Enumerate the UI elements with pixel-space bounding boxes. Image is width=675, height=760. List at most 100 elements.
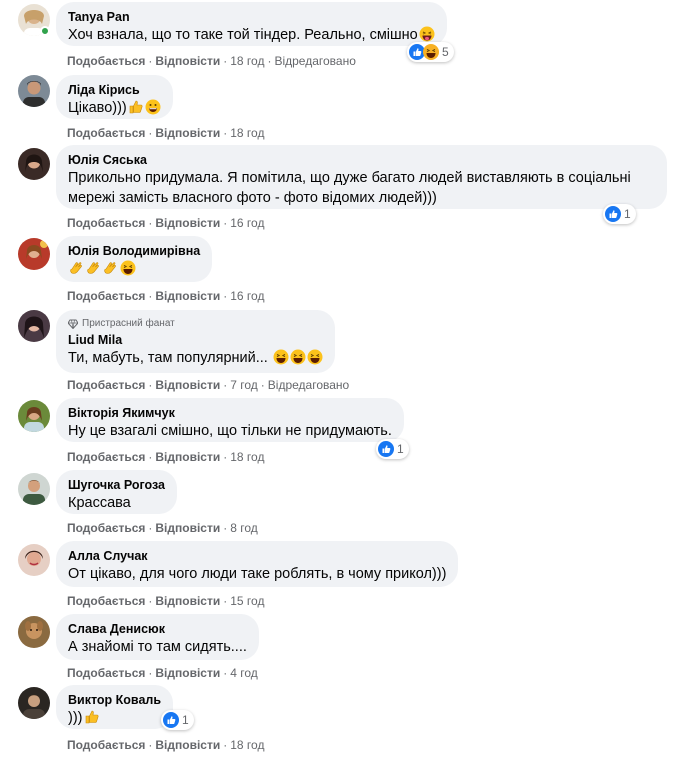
avatar[interactable] [18,148,50,180]
author-name[interactable]: Слава Денисюк [68,621,247,637]
edited-label[interactable]: Відредаговано [274,54,355,68]
comment-bubble: Вікторія Якимчук Ну це взагалі смішно, щ… [56,398,404,442]
timestamp[interactable]: 4 год [230,666,258,680]
comment-text [68,259,200,279]
comment-bubble: Tanya Pan Хоч взнала, що то такe той тін… [56,2,447,46]
reply-button[interactable]: Відповісти [155,738,220,752]
like-button[interactable]: Подобається [67,666,145,680]
avatar[interactable] [18,310,50,342]
timestamp[interactable]: 8 год [230,521,258,535]
reply-button[interactable]: Відповісти [155,521,220,535]
clapping-hands-emoji-icon [86,260,102,276]
timestamp[interactable]: 18 год [230,450,264,464]
author-name[interactable]: Tanya Pan [68,9,435,25]
author-name[interactable]: Вікторія Якимчук [68,405,392,421]
avatar[interactable] [18,75,50,107]
comment-text: Цікаво))) [68,98,161,118]
comment-actions: Подобається · Відповісти · 4 год [67,666,258,680]
like-reaction-icon [163,712,179,728]
comment-bubble: Пристрасний фанат Liud Mila Ти, мабуть, … [56,310,335,373]
laughing-emoji-icon [273,349,289,365]
avatar[interactable] [18,544,50,576]
author-name[interactable]: Шугочка Рогоза [68,477,165,493]
comment-actions: Подобається · Відповісти · 18 год [67,738,265,752]
comment-actions: Подобається · Відповісти · 16 год [67,289,265,303]
like-button[interactable]: Подобається [67,738,145,752]
diamond-icon [68,319,78,329]
avatar[interactable] [18,400,50,432]
author-name[interactable]: Юлія Володимирівна [68,243,200,259]
author-name[interactable]: Liud Mila [68,332,323,348]
laughing-emoji-icon [307,349,323,365]
clapping-hands-emoji-icon [103,260,119,276]
comment-actions: Подобається · Відповісти · 16 год [67,216,265,230]
like-reaction-icon [378,441,394,457]
thumbs-up-emoji-icon [128,99,144,115]
timestamp[interactable]: 16 год [230,216,264,230]
timestamp[interactable]: 16 год [230,289,264,303]
grinning-emoji-icon [145,99,161,115]
author-name[interactable]: Виктор Коваль [68,692,161,708]
reply-button[interactable]: Відповісти [155,450,220,464]
online-indicator [40,26,50,36]
comment-text: А знайомі то там сидять.... [68,639,247,655]
reactions-summary[interactable]: 1 [376,439,409,459]
reactions-summary[interactable]: 1 [603,204,636,224]
reactions-summary[interactable]: 1 [161,710,194,730]
comment-text: Крассава [68,495,131,511]
like-button[interactable]: Подобається [67,216,145,230]
reaction-count: 5 [442,45,449,59]
comment-actions: Подобається · Відповісти · 18 год · Відредагов… [67,54,356,68]
timestamp[interactable]: 18 год [230,738,264,752]
avatar[interactable] [18,238,50,270]
reactions-summary[interactable]: 5 [407,42,454,62]
timestamp[interactable]: 18 год [230,126,264,140]
comment-text: Прикольно придумала. Я помітила, що дуже… [68,170,631,206]
like-button[interactable]: Подобається [67,594,145,608]
reply-button[interactable]: Відповісти [155,54,220,68]
comment-text: ))) [68,708,161,728]
comment-actions: Подобається · Відповісти · 18 год [67,126,265,140]
comment-text: Хоч взнала, що то такe той тіндер. Реаль… [68,25,435,45]
reply-button[interactable]: Відповісти [155,216,220,230]
author-name[interactable]: Ліда Кірись [68,82,161,98]
reply-button[interactable]: Відповісти [155,594,220,608]
comment-bubble: Ліда Кірись Цікаво))) [56,75,173,119]
like-button[interactable]: Подобається [67,521,145,535]
like-button[interactable]: Подобається [67,289,145,303]
haha-reaction-icon [423,44,439,60]
like-reaction-icon [605,206,621,222]
timestamp[interactable]: 7 год [230,378,258,392]
like-button[interactable]: Подобається [67,378,145,392]
like-button[interactable]: Подобається [67,450,145,464]
comment-text: От цікаво, для чого люди таке роблять, в… [68,566,447,582]
laughing-tongue-emoji-icon [419,26,435,42]
fan-badge-label: Пристрасний фанат [82,318,175,329]
comment-bubble: Виктор Коваль ))) [56,685,174,729]
reply-button[interactable]: Відповісти [155,666,220,680]
comment-actions: Подобається · Відповісти · 18 год [67,450,265,464]
reaction-count: 1 [182,713,189,727]
avatar[interactable] [18,473,50,505]
comment-bubble: Шугочка Рогоза Крассава [56,470,177,514]
comment-bubble: Юлія Сяська Прикольно придумала. Я поміт… [56,145,667,209]
avatar[interactable] [18,687,50,719]
laughing-emoji-icon [120,260,136,276]
avatar[interactable] [18,616,50,648]
reply-button[interactable]: Відповісти [155,289,220,303]
laughing-emoji-icon [290,349,306,365]
comment-actions: Подобається · Відповісти · 7 год · Відредагова… [67,378,350,392]
reply-button[interactable]: Відповісти [155,126,220,140]
timestamp[interactable]: 18 год [230,54,264,68]
comment-actions: Подобається · Відповісти · 8 год [67,521,258,535]
author-name[interactable]: Алла Случак [68,548,446,564]
like-button[interactable]: Подобається [67,126,145,140]
reaction-count: 1 [624,207,631,221]
like-button[interactable]: Подобається [67,54,145,68]
timestamp[interactable]: 15 год [230,594,264,608]
comment-text: Ну це взагалі смішно, що тільки не приду… [68,423,392,439]
edited-label[interactable]: Відредаговано [268,378,349,392]
author-name[interactable]: Юлія Сяська [68,152,655,168]
reply-button[interactable]: Відповісти [155,378,220,392]
fan-badge[interactable]: Пристрасний фанат [68,317,323,330]
